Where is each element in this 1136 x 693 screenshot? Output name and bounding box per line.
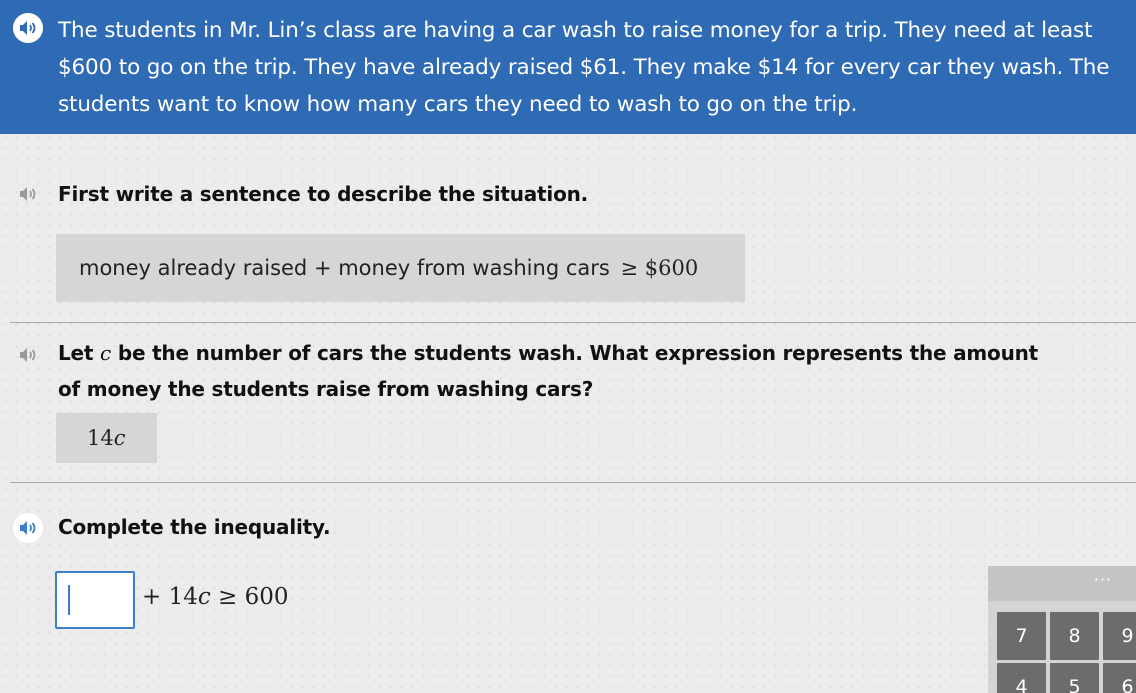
speaker-icon[interactable] [13, 340, 43, 370]
answer-number: 14 [87, 426, 114, 450]
prompt-text: Let [58, 341, 101, 365]
problem-banner: The students in Mr. Lin’s class are havi… [0, 0, 1136, 134]
speaker-icon[interactable] [13, 13, 43, 43]
inequality-input[interactable] [55, 571, 135, 629]
question-2-answer: 14 c [56, 413, 157, 463]
question-3-prompt: Complete the inequality. [58, 515, 331, 539]
key-4[interactable]: 4 [997, 663, 1046, 693]
speaker-icon[interactable] [13, 179, 43, 209]
divider [10, 482, 1136, 483]
key-9[interactable]: 9 [1103, 612, 1136, 660]
ineq-part: + 14 [142, 584, 198, 610]
math-keypad: ··· 7 8 9 4 5 6 [988, 566, 1136, 693]
answer-text: money already raised + money from washin… [79, 256, 617, 280]
ineq-part: ≥ 600 [210, 584, 289, 610]
text-caret [68, 585, 70, 615]
question-1-answer: money already raised + money from washin… [56, 234, 745, 302]
answer-variable: c [113, 426, 126, 450]
prompt-text: of money the students raise from washing… [58, 377, 594, 401]
ineq-variable: c [197, 584, 211, 610]
divider [10, 322, 1136, 323]
answer-math: ≥ $600 [620, 256, 699, 280]
question-2-prompt: Let c be the number of cars the students… [58, 335, 1108, 407]
inequality-expression: + 14c ≥ 600 [142, 584, 289, 610]
prompt-text: be the number of cars the students wash.… [111, 341, 1039, 365]
variable-c: c [100, 341, 112, 365]
key-5[interactable]: 5 [1050, 663, 1099, 693]
key-6[interactable]: 6 [1103, 663, 1136, 693]
speaker-icon[interactable] [13, 513, 43, 543]
question-1-prompt: First write a sentence to describe the s… [58, 182, 589, 206]
keypad-header[interactable]: ··· [988, 566, 1136, 601]
more-options-icon[interactable]: ··· [1094, 570, 1112, 589]
problem-statement: The students in Mr. Lin’s class are havi… [58, 18, 1110, 117]
key-8[interactable]: 8 [1050, 612, 1099, 660]
key-7[interactable]: 7 [997, 612, 1046, 660]
